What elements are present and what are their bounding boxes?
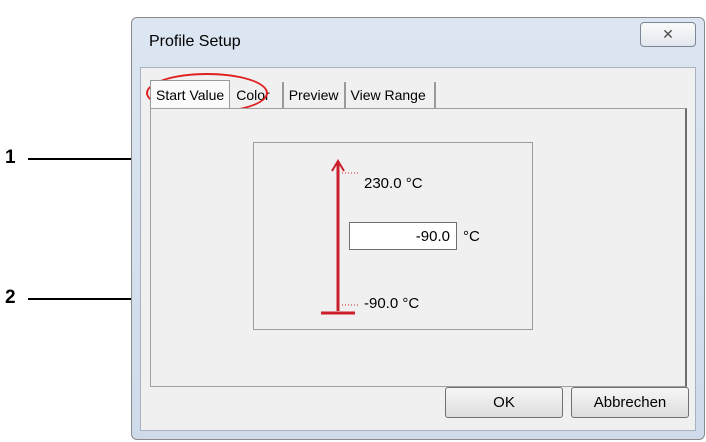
min-value-label: -90.0 °C <box>364 295 420 312</box>
cancel-button[interactable]: Abbrechen <box>571 387 689 418</box>
tab-view-range[interactable]: View Range <box>345 82 436 108</box>
ok-button[interactable]: OK <box>445 387 563 418</box>
dialog-title: Profile Setup <box>149 33 241 50</box>
start-value-input[interactable] <box>349 222 457 250</box>
close-button[interactable]: ✕ <box>640 22 696 47</box>
tab-start-value[interactable]: Start Value <box>150 80 231 108</box>
dialog-client-area: Start Value Color Preview View Range 230… <box>140 67 696 431</box>
profile-setup-dialog: Profile Setup ✕ Start Value Color Previe… <box>131 17 705 440</box>
max-value-label: 230.0 °C <box>364 175 423 192</box>
tab-preview[interactable]: Preview <box>283 82 346 108</box>
tab-strip: Start Value Color Preview View Range <box>150 80 436 108</box>
unit-label: °C <box>463 228 480 245</box>
tab-color[interactable]: Color <box>230 82 284 108</box>
close-icon: ✕ <box>662 26 674 42</box>
callout-1-number: 1 <box>5 147 16 168</box>
start-value-group: 230.0 °C °C -90.0 °C <box>253 142 533 330</box>
callout-2-number: 2 <box>5 287 16 308</box>
start-value-panel: 230.0 °C °C -90.0 °C <box>150 108 687 387</box>
